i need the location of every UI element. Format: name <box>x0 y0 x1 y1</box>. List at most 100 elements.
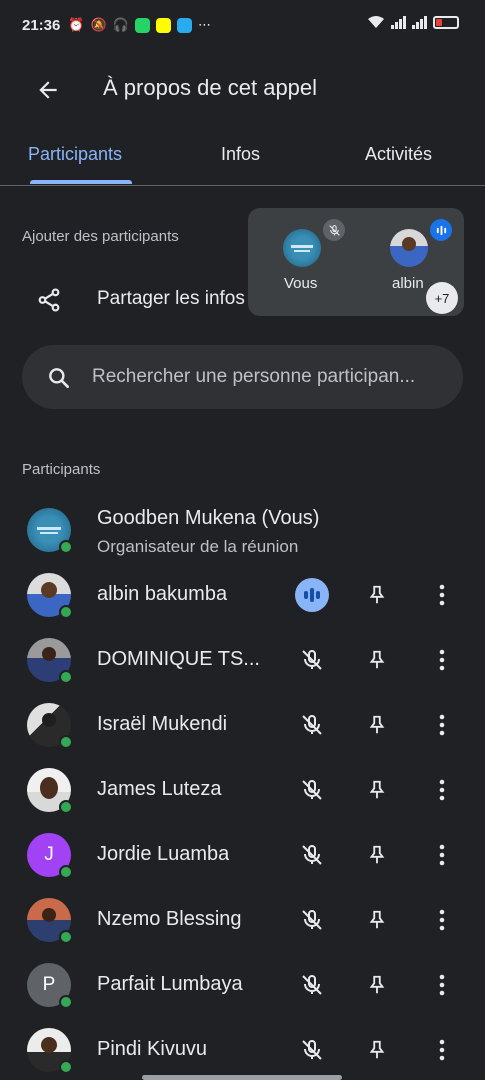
presence-indicator <box>59 670 73 684</box>
pin-button[interactable] <box>359 1032 395 1068</box>
status-time: 21:36 <box>22 16 61 34</box>
tab-infos[interactable]: Infos <box>221 144 260 165</box>
pin-button[interactable] <box>359 837 395 873</box>
presence-indicator <box>59 800 73 814</box>
mic-status <box>294 837 330 873</box>
pin-icon <box>369 585 385 604</box>
arrow-back-icon <box>39 81 57 99</box>
participants-list: Goodben Mukena (Vous) Organisateur de la… <box>0 498 485 1080</box>
list-item[interactable]: DOMINIQUE TS... <box>0 628 485 693</box>
list-item[interactable]: J Jordie Luamba <box>0 823 485 888</box>
mic-status <box>294 707 330 743</box>
share-icon <box>38 288 60 312</box>
pin-icon <box>369 910 385 929</box>
more-options-button[interactable] <box>424 577 460 613</box>
more-options-button[interactable] <box>424 772 460 808</box>
search-icon <box>49 368 69 388</box>
snapchat-icon <box>155 17 171 33</box>
audio-level-icon <box>436 225 446 235</box>
avatar <box>27 573 73 619</box>
presence-indicator <box>59 995 73 1009</box>
pin-button[interactable] <box>359 967 395 1003</box>
signal-icon <box>391 15 406 29</box>
albin-tile-name: albin <box>392 275 424 292</box>
share-info-label: Partager les infos <box>97 288 245 309</box>
pin-icon <box>369 1040 385 1059</box>
more-vert-icon <box>439 649 445 671</box>
list-item[interactable]: Pindi Kivuvu <box>0 1018 485 1080</box>
gesture-nav-handle[interactable] <box>142 1075 342 1080</box>
more-vert-icon <box>439 844 445 866</box>
presence-indicator <box>59 605 73 619</box>
pin-icon <box>369 780 385 799</box>
logo-avatar-graphic <box>291 245 313 252</box>
participant-name: Israël Mukendi <box>97 713 228 735</box>
page-title: À propos de cet appel <box>103 75 318 100</box>
add-participants-label: Ajouter des participants <box>22 228 179 245</box>
more-vert-icon <box>439 1039 445 1061</box>
more-vert-icon <box>439 909 445 931</box>
mic-off-icon <box>302 1039 322 1060</box>
more-options-button[interactable] <box>424 837 460 873</box>
floating-participants-card[interactable]: Vous albin +7 <box>248 208 464 316</box>
list-item[interactable]: James Luteza <box>0 758 485 823</box>
list-item[interactable]: albin bakumba <box>0 563 485 628</box>
avatar: P <box>27 963 73 1009</box>
search-input[interactable] <box>92 345 454 409</box>
more-options-button[interactable] <box>424 967 460 1003</box>
more-options-button[interactable] <box>424 902 460 938</box>
list-item[interactable]: P Parfait Lumbaya <box>0 953 485 1018</box>
participant-name: James Luteza <box>97 778 222 800</box>
tab-bar: Participants Infos Activités <box>0 130 485 186</box>
whatsapp-icon <box>134 17 150 33</box>
self-tile-name: Vous <box>284 275 318 292</box>
participant-name: Jordie Luamba <box>97 843 230 865</box>
mic-off-icon <box>302 779 322 800</box>
wifi-icon <box>368 16 384 28</box>
list-item[interactable]: Nzemo Blessing <box>0 888 485 953</box>
headphones-icon: 🎧 <box>112 17 129 32</box>
presence-indicator <box>59 930 73 944</box>
pin-button[interactable] <box>359 707 395 743</box>
pin-icon <box>369 845 385 864</box>
list-item[interactable]: Israël Mukendi <box>0 693 485 758</box>
mic-status <box>294 967 330 1003</box>
more-options-button[interactable] <box>424 707 460 743</box>
back-button[interactable] <box>30 72 66 108</box>
pin-icon <box>369 715 385 734</box>
more-options-button[interactable] <box>424 1032 460 1068</box>
search-bar[interactable] <box>22 345 463 409</box>
avatar: J <box>27 833 73 879</box>
pin-button[interactable] <box>359 577 395 613</box>
pin-button[interactable] <box>359 902 395 938</box>
tab-participants[interactable]: Participants <box>28 144 122 165</box>
mic-off-icon <box>328 224 340 236</box>
person-photo-graphic <box>402 237 416 251</box>
more-options-button[interactable] <box>424 642 460 678</box>
more-vert-icon <box>439 584 445 606</box>
participant-name: Parfait Lumbaya <box>97 973 243 995</box>
list-item[interactable]: Goodben Mukena (Vous) Organisateur de la… <box>0 498 485 563</box>
audio-level-icon <box>295 578 329 612</box>
tab-activites[interactable]: Activités <box>365 144 432 165</box>
participant-name: DOMINIQUE TS... <box>97 648 260 670</box>
more-vert-icon <box>439 714 445 736</box>
presence-indicator <box>59 865 73 879</box>
avatar <box>27 638 73 684</box>
battery-icon <box>433 15 459 29</box>
participant-role: Organisateur de la réunion <box>97 537 299 556</box>
participant-name: Pindi Kivuvu <box>97 1038 208 1060</box>
muted-badge <box>323 219 345 241</box>
system-icons <box>367 15 459 29</box>
more-vert-icon <box>439 779 445 801</box>
mic-status <box>294 772 330 808</box>
telegram-icon <box>176 17 192 33</box>
alarm-icon: ⏰ <box>68 17 85 32</box>
avatar <box>27 768 73 814</box>
participants-section-label: Participants <box>22 461 101 478</box>
participant-name: albin bakumba <box>97 583 228 605</box>
pin-button[interactable] <box>359 772 395 808</box>
pin-button[interactable] <box>359 642 395 678</box>
more-participants-count[interactable]: +7 <box>426 282 458 314</box>
presence-indicator <box>59 540 73 554</box>
